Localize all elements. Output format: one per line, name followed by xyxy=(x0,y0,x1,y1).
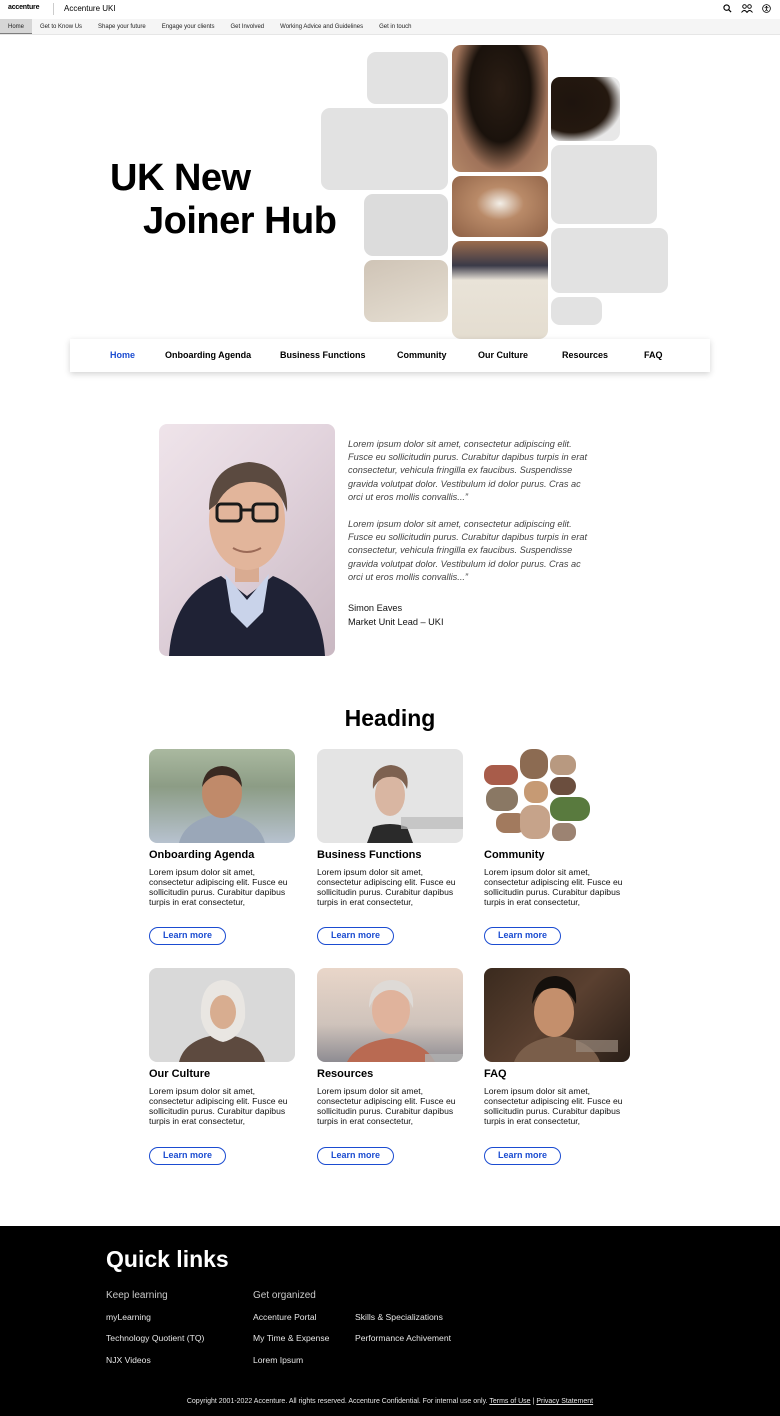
mosaic-tile xyxy=(551,297,602,325)
mosaic-photo-tile xyxy=(452,45,548,172)
mosaic-tile xyxy=(364,260,448,322)
site-name[interactable]: Accenture UKI xyxy=(64,4,116,13)
quote-paragraph-1: Lorem ipsum dolor sit amet, consectetur … xyxy=(348,439,587,502)
menu-our-culture[interactable]: Our Culture xyxy=(478,350,528,360)
subnav-shape-your-future[interactable]: Shape your future xyxy=(90,19,154,34)
card-text-onboarding-agenda: Lorem ipsum dolor sit amet, consectetur … xyxy=(149,867,288,907)
main-menu: Home Onboarding Agenda Business Function… xyxy=(70,339,710,372)
quote-attribution: Simon Eaves Market Unit Lead – UKI xyxy=(348,601,444,629)
footer: Quick links Keep learning myLearning Tec… xyxy=(0,1226,780,1416)
quote-author-role: Market Unit Lead – UKI xyxy=(348,617,444,627)
footer-link-performance[interactable]: Performance Achivement xyxy=(355,1333,451,1343)
accenture-logo[interactable]: accenture xyxy=(8,4,39,11)
card-text-business-functions: Lorem ipsum dolor sit amet, consectetur … xyxy=(317,867,456,907)
top-bar: accenture Accenture UKI xyxy=(0,0,780,19)
copyright-bar: Copyright 2001-2022 Accenture. All right… xyxy=(0,1398,780,1405)
card-image-business-functions[interactable] xyxy=(317,749,463,843)
search-icon[interactable] xyxy=(723,4,732,15)
logo-divider xyxy=(53,3,54,15)
footer-link-njx-videos[interactable]: NJX Videos xyxy=(106,1355,151,1365)
subnav-get-to-know-us[interactable]: Get to Know Us xyxy=(32,19,90,34)
quote-author-name: Simon Eaves xyxy=(348,603,403,613)
subnav-get-in-touch[interactable]: Get in touch xyxy=(371,19,419,34)
menu-home[interactable]: Home xyxy=(110,350,135,360)
mosaic-photo-tile xyxy=(452,241,548,339)
card-image-community[interactable] xyxy=(484,749,630,843)
footer-link-time-expense[interactable]: My Time & Expense xyxy=(253,1333,329,1343)
subnav-engage-your-clients[interactable]: Engage your clients xyxy=(154,19,223,34)
footer-link-tq[interactable]: Technology Quotient (TQ) xyxy=(106,1333,204,1343)
hero-title-line2: Joiner Hub xyxy=(143,200,337,242)
top-icons xyxy=(723,4,771,15)
accessibility-icon[interactable] xyxy=(762,4,771,15)
card-text-resources: Lorem ipsum dolor sit amet, consectetur … xyxy=(317,1086,456,1126)
terms-of-use-link[interactable]: Terms of Use xyxy=(489,1398,530,1405)
leader-portrait xyxy=(159,424,335,656)
menu-onboarding-agenda[interactable]: Onboarding Agenda xyxy=(165,350,251,360)
footer-link-lorem-ipsum[interactable]: Lorem Ipsum xyxy=(253,1355,303,1365)
card-title-resources: Resources xyxy=(317,1068,374,1080)
copyright-text: Copyright 2001-2022 Accenture. All right… xyxy=(186,1398,488,1405)
card-title-business-functions: Business Functions xyxy=(317,849,422,861)
footer-link-accenture-portal[interactable]: Accenture Portal xyxy=(253,1312,317,1322)
menu-resources[interactable]: Resources xyxy=(562,350,608,360)
mosaic-tile xyxy=(364,194,448,256)
subnav-get-involved[interactable]: Get Involved xyxy=(222,19,272,34)
card-text-community: Lorem ipsum dolor sit amet, consectetur … xyxy=(484,867,623,907)
footer-heading-get-organized: Get organized xyxy=(253,1290,316,1301)
link-separator: | xyxy=(532,1398,535,1405)
learn-more-button-onboarding-agenda[interactable]: Learn more xyxy=(149,927,226,945)
secondary-nav: Home Get to Know Us Shape your future En… xyxy=(0,19,780,35)
menu-business-functions[interactable]: Business Functions xyxy=(280,350,366,360)
learn-more-button-our-culture[interactable]: Learn more xyxy=(149,1147,226,1165)
card-text-our-culture: Lorem ipsum dolor sit amet, consectetur … xyxy=(149,1086,288,1126)
footer-link-skills[interactable]: Skills & Specializations xyxy=(355,1312,443,1322)
menu-faq[interactable]: FAQ xyxy=(644,350,663,360)
mosaic-photo-tile xyxy=(551,77,620,141)
card-title-community: Community xyxy=(484,849,545,861)
learn-more-button-resources[interactable]: Learn more xyxy=(317,1147,394,1165)
card-image-faq[interactable] xyxy=(484,968,630,1062)
hero-title-line1: UK New xyxy=(110,157,251,199)
quick-links-title: Quick links xyxy=(106,1246,229,1272)
learn-more-button-business-functions[interactable]: Learn more xyxy=(317,927,394,945)
card-image-onboarding-agenda[interactable] xyxy=(149,749,295,843)
mosaic-tile xyxy=(551,228,668,293)
subnav-working-advice[interactable]: Working Advice and Guidelines xyxy=(272,19,371,34)
mosaic-tile xyxy=(367,52,448,104)
card-title-faq: FAQ xyxy=(484,1068,507,1080)
card-image-our-culture[interactable] xyxy=(149,968,295,1062)
learn-more-button-faq[interactable]: Learn more xyxy=(484,1147,561,1165)
people-icon[interactable] xyxy=(741,4,753,15)
quote-paragraph-2: Lorem ipsum dolor sit amet, consectetur … xyxy=(348,519,587,582)
privacy-statement-link[interactable]: Privacy Statement xyxy=(536,1398,593,1405)
learn-more-button-community[interactable]: Learn more xyxy=(484,927,561,945)
footer-heading-keep-learning: Keep learning xyxy=(106,1290,168,1301)
footer-link-mylearning[interactable]: myLearning xyxy=(106,1312,151,1322)
card-text-faq: Lorem ipsum dolor sit amet, consectetur … xyxy=(484,1086,623,1126)
card-image-resources[interactable] xyxy=(317,968,463,1062)
card-title-our-culture: Our Culture xyxy=(149,1068,211,1080)
menu-community[interactable]: Community xyxy=(397,350,447,360)
subnav-home[interactable]: Home xyxy=(0,19,33,34)
mosaic-tile xyxy=(551,145,657,224)
mosaic-photo-tile xyxy=(452,176,548,237)
section-heading: Heading xyxy=(344,705,436,731)
mosaic-tile xyxy=(321,108,448,190)
card-title-onboarding-agenda: Onboarding Agenda xyxy=(149,849,255,861)
